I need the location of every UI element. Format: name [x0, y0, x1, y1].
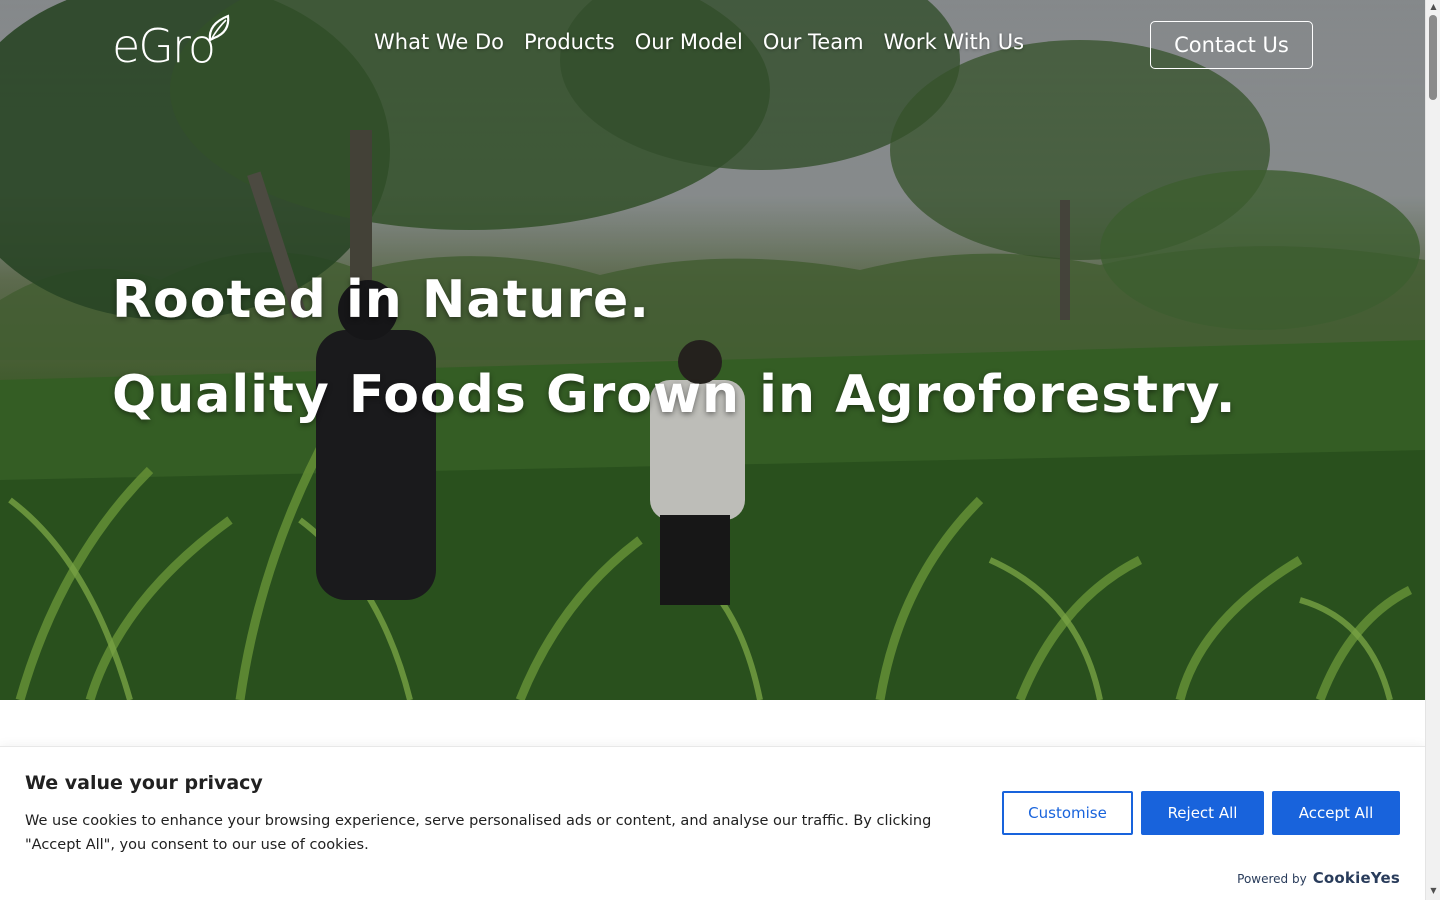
- page-scrollbar[interactable]: ▲ ▼: [1425, 0, 1440, 900]
- customise-button[interactable]: Customise: [1002, 791, 1133, 835]
- accept-all-button[interactable]: Accept All: [1272, 791, 1400, 835]
- contact-us-button[interactable]: Contact Us: [1150, 21, 1313, 69]
- scrollbar-thumb[interactable]: [1429, 15, 1437, 100]
- cookie-title: We value your privacy: [25, 772, 263, 794]
- hero-headline-line-2: Quality Foods Grown in Agroforestry.: [112, 365, 1237, 425]
- hero-background-image: [0, 0, 1425, 700]
- nav-our-model[interactable]: Our Model: [635, 30, 743, 54]
- logo-text: eGro: [112, 19, 216, 73]
- scroll-up-arrow-icon[interactable]: ▲: [1429, 2, 1438, 12]
- scroll-down-arrow-icon[interactable]: ▼: [1429, 886, 1438, 896]
- nav-what-we-do[interactable]: What We Do: [374, 30, 504, 54]
- cookie-description: We use cookies to enhance your browsing …: [25, 813, 932, 853]
- egro-logo[interactable]: eGro: [112, 14, 232, 74]
- nav-our-team[interactable]: Our Team: [763, 30, 864, 54]
- nav-work-with-us[interactable]: Work With Us: [884, 30, 1025, 54]
- cookieyes-logo: CookieYes: [1312, 869, 1400, 887]
- nav-products[interactable]: Products: [524, 30, 615, 54]
- hero-headline-line-1: Rooted in Nature.: [112, 270, 651, 330]
- powered-by-label: Powered by: [1237, 872, 1307, 886]
- cookie-consent-banner: We value your privacy We use cookies to …: [0, 746, 1425, 900]
- hero-section: eGro What We Do Products Our Model Our T…: [0, 0, 1425, 700]
- leaf-icon: [208, 14, 230, 42]
- powered-by-cookieyes[interactable]: Powered by CookieYes: [1237, 869, 1400, 887]
- main-nav: What We Do Products Our Model Our Team W…: [374, 30, 1024, 54]
- reject-all-button[interactable]: Reject All: [1141, 791, 1264, 835]
